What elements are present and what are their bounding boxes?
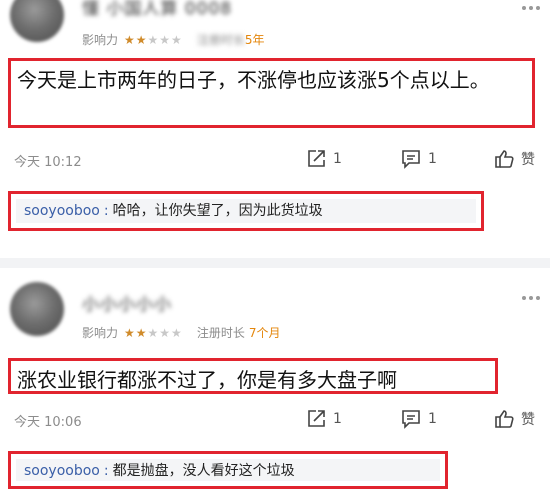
influence-label: 影响力	[82, 326, 119, 340]
reply-colon: :	[103, 463, 109, 479]
more-dots-icon[interactable]	[522, 296, 540, 302]
registration-value: 7个月	[248, 326, 281, 340]
share-button[interactable]: 1	[305, 148, 342, 170]
share-button[interactable]: 1	[305, 408, 342, 430]
comment-button[interactable]: 1	[400, 408, 437, 430]
share-icon	[308, 150, 325, 167]
divider	[0, 258, 550, 268]
registration-value: 5年	[244, 33, 265, 47]
avatar[interactable]	[10, 282, 64, 336]
reply-text: 都是抛盘，没人看好这个垃圾	[112, 463, 295, 479]
reply-text: 哈哈，让你失望了，因为此货垃圾	[112, 203, 323, 219]
comment-card: 小小小小小 影响力 ★★★★★ 注册时长 7个月 涨农业银行都涨不过了，你是有多…	[0, 268, 550, 497]
like-button[interactable]: 赞	[493, 408, 535, 430]
action-bar: 今天 10:06 1 1 赞	[0, 408, 550, 432]
like-label: 赞	[521, 152, 535, 168]
share-count: 1	[333, 151, 342, 167]
reply-username[interactable]: sooyooboo	[24, 203, 100, 219]
user-meta: 影响力 ★★★★★ 注册时长 7个月	[82, 324, 280, 341]
comment-card: 懂 小国人算 0008 影响力 ★★★★★ 注册时长 5年 今天是上市两年的日子…	[0, 0, 550, 258]
stars-filled: ★★	[124, 32, 148, 47]
timestamp: 今天 10:06	[14, 415, 82, 430]
comment-icon	[402, 410, 420, 429]
reply-colon: :	[103, 203, 109, 219]
registration-label: 注册时长	[196, 33, 245, 47]
comment-count: 1	[428, 411, 437, 427]
share-icon	[308, 410, 325, 427]
like-button[interactable]: 赞	[493, 148, 535, 170]
highlight-box: sooyooboo: 都是抛盘，没人看好这个垃圾	[8, 451, 448, 489]
username[interactable]: 懂 小国人算 0008	[82, 0, 232, 19]
thumbs-up-icon	[495, 150, 514, 168]
reply-username[interactable]: sooyooboo	[24, 463, 100, 479]
timestamp: 今天 10:12	[14, 155, 82, 170]
more-dots-icon[interactable]	[522, 6, 540, 12]
share-count: 1	[333, 411, 342, 427]
highlight-box: sooyooboo: 哈哈，让你失望了，因为此货垃圾	[8, 191, 484, 231]
highlight-box: 涨农业银行都涨不过了，你是有多大盘子啊	[8, 358, 498, 394]
influence-label: 影响力	[82, 33, 119, 47]
stars-empty: ★★★	[147, 32, 183, 47]
comment-icon	[402, 150, 420, 169]
stars-empty: ★★★	[147, 325, 183, 340]
action-bar: 今天 10:12 1 1 赞	[0, 148, 550, 172]
like-label: 赞	[521, 412, 535, 428]
thumbs-up-icon	[495, 410, 514, 428]
comment-button[interactable]: 1	[400, 148, 437, 170]
stars-filled: ★★	[124, 325, 148, 340]
registration-label: 注册时长	[196, 326, 245, 340]
avatar[interactable]	[10, 0, 64, 42]
influence-stars: ★★★★★	[124, 33, 183, 47]
comment-text: 涨农业银行都涨不过了，你是有多大盘子啊	[17, 368, 397, 392]
reply-item[interactable]: sooyooboo: 哈哈，让你失望了，因为此货垃圾	[16, 199, 476, 223]
comment-text: 今天是上市两年的日子，不涨停也应该涨5个点以上。	[17, 68, 490, 92]
highlight-box: 今天是上市两年的日子，不涨停也应该涨5个点以上。	[8, 58, 535, 128]
username[interactable]: 小小小小小	[82, 290, 172, 315]
comment-count: 1	[428, 151, 437, 167]
user-meta: 影响力 ★★★★★ 注册时长 5年	[82, 31, 264, 48]
influence-stars: ★★★★★	[124, 326, 183, 340]
reply-item[interactable]: sooyooboo: 都是抛盘，没人看好这个垃圾	[16, 459, 440, 481]
